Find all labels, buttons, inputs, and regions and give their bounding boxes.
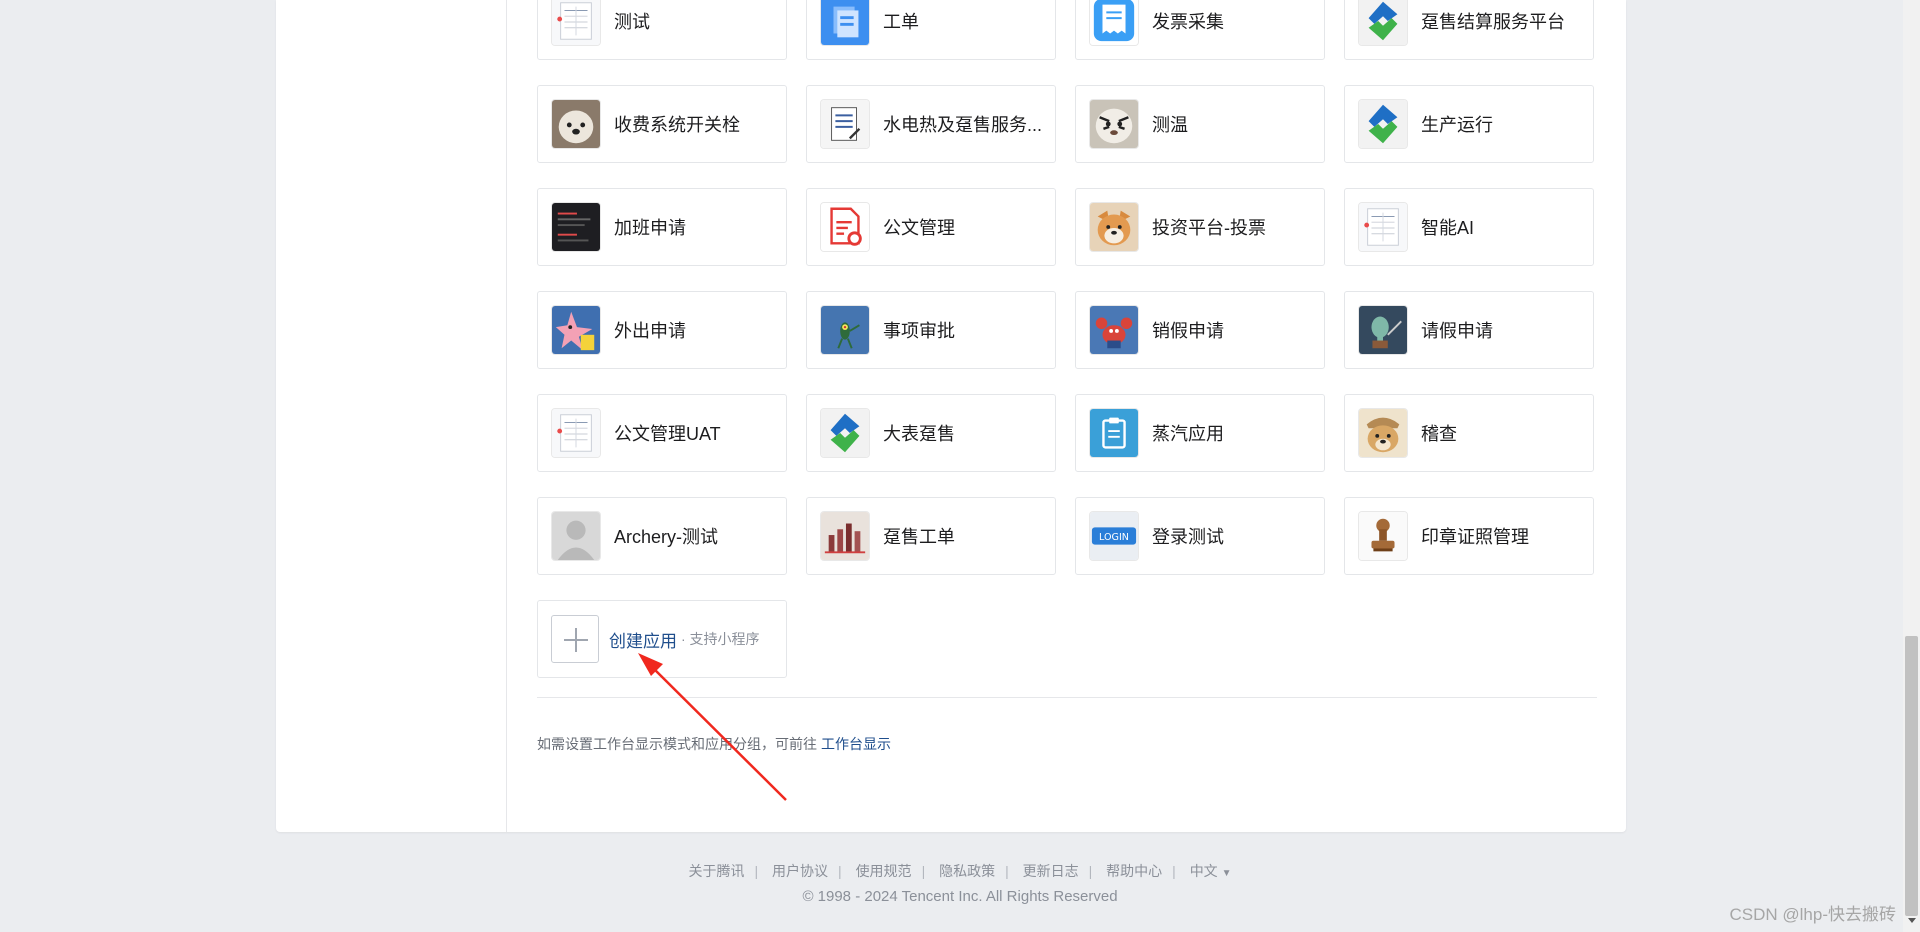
create-app-label: 创建应用 (609, 631, 677, 651)
app-tile-label: 投资平台-投票 (1152, 218, 1266, 238)
app-tile[interactable]: 销假申请 (1075, 291, 1325, 369)
app-tile[interactable]: 加班申请 (537, 188, 787, 266)
app-tile-label: 稽查 (1421, 424, 1457, 444)
avatar-placeholder-icon (551, 511, 601, 561)
stamp-icon (1358, 511, 1408, 561)
app-tile[interactable]: 印章证照管理 (1344, 497, 1594, 575)
green-logo-icon (820, 408, 870, 458)
app-tile[interactable]: 趸售工单 (806, 497, 1056, 575)
create-app-button[interactable]: 创建应用 · 支持小程序 (537, 600, 787, 678)
language-label: 中文 (1189, 863, 1218, 879)
form-doc-icon (1358, 202, 1408, 252)
squidward-icon (1358, 305, 1408, 355)
app-tile[interactable]: 智能AI (1344, 188, 1594, 266)
app-tile[interactable]: 测温 (1075, 85, 1325, 163)
create-app-subtitle: · 支持小程序 (681, 631, 760, 647)
blue-doc-icon (820, 0, 870, 46)
app-tile[interactable]: 公文管理 (806, 188, 1056, 266)
app-tile-label: 水电热及趸售服务... (883, 115, 1043, 135)
app-tile[interactable]: 请假申请 (1344, 291, 1594, 369)
red-doc-gear-icon (820, 202, 870, 252)
login-icon: LOGIN (1089, 511, 1139, 561)
plankton-icon (820, 305, 870, 355)
app-tile-label: Archery-测试 (614, 527, 719, 547)
app-tile-label: 请假申请 (1421, 321, 1493, 341)
caret-down-icon: ▼ (1221, 868, 1232, 879)
receipt-icon (1089, 0, 1139, 46)
copyright: © 1998 - 2024 Tencent Inc. All Rights Re… (802, 888, 1118, 905)
dog-photo-icon (551, 99, 601, 149)
app-tile-label: 智能AI (1421, 218, 1475, 238)
app-tile[interactable]: LOGIN 登录测试 (1075, 497, 1325, 575)
app-tile[interactable]: 测试 (537, 0, 787, 60)
app-tile-label: 事项审批 (883, 321, 955, 341)
form-doc-icon (551, 408, 601, 458)
app-tile-label: 公文管理 (883, 218, 955, 238)
sidebar (276, 0, 507, 832)
app-tile-label: 工单 (883, 12, 919, 32)
app-tile[interactable]: 外出申请 (537, 291, 787, 369)
app-tile[interactable]: 生产运行 (1344, 85, 1594, 163)
app-tile-label: 大表趸售 (883, 424, 955, 444)
app-tile-label: 生产运行 (1421, 115, 1493, 135)
footer-link-rules[interactable]: 使用规范 (856, 863, 912, 879)
app-tile-label: 加班申请 (614, 218, 686, 238)
app-tile-label: 测温 (1152, 115, 1188, 135)
green-logo-icon (1358, 99, 1408, 149)
clipboard-icon (1089, 408, 1139, 458)
footer-link-agreement[interactable]: 用户协议 (772, 863, 828, 879)
footer-link-about[interactable]: 关于腾讯 (689, 863, 745, 879)
app-tile[interactable]: 稽查 (1344, 394, 1594, 472)
svg-text:LOGIN: LOGIN (1099, 532, 1129, 543)
language-select[interactable]: 中文 ▼ (1190, 863, 1232, 879)
app-tile[interactable]: 水电热及趸售服务... (806, 85, 1056, 163)
app-tile[interactable]: 蒸汽应用 (1075, 394, 1325, 472)
workbench-tip: 如需设置工作台显示模式和应用分组，可前往 工作台显示 (537, 734, 891, 754)
dark-screenshot-icon (551, 202, 601, 252)
app-tile-label: 收费系统开关栓 (614, 115, 740, 135)
green-logo-icon (1358, 0, 1408, 46)
watermark: CSDN @lhp-快去搬砖 (1729, 905, 1897, 924)
workbench-display-link[interactable]: 工作台显示 (821, 736, 891, 752)
app-tile-label: 蒸汽应用 (1152, 424, 1224, 444)
app-tile-label: 销假申请 (1152, 321, 1224, 341)
dog-hat-photo-icon (1358, 408, 1408, 458)
app-tile-label: 外出申请 (614, 321, 686, 341)
app-tile-label: 趸售结算服务平台 (1421, 12, 1565, 32)
workbench-card: 测试 工单 发票采集 趸售结算服务平台收费系统开关栓 水电热及趸售服务... 测温 生产运行… (276, 0, 1626, 832)
divider (537, 697, 1597, 698)
footer-link-changelog[interactable]: 更新日志 (1023, 863, 1079, 879)
app-tile-label: 公文管理UAT (614, 424, 721, 444)
footer-link-privacy[interactable]: 隐私政策 (939, 863, 995, 879)
chart-photo-icon (820, 511, 870, 561)
app-tile[interactable]: 发票采集 (1075, 0, 1325, 60)
tiger-photo-icon (1089, 99, 1139, 149)
app-tile[interactable]: 公文管理UAT (537, 394, 787, 472)
footer-links: 关于腾讯 | 用户协议 | 使用规范 | 隐私政策 | 更新日志 | 帮助中心 | 中文 ▼ (688, 863, 1232, 879)
form-doc-icon (551, 0, 601, 46)
app-tile[interactable]: 投资平台-投票 (1075, 188, 1325, 266)
scrollbar-thumb[interactable] (1905, 636, 1918, 916)
app-tile[interactable]: 事项审批 (806, 291, 1056, 369)
app-tile-label: 登录测试 (1152, 527, 1224, 547)
app-tile-label: 测试 (614, 12, 650, 32)
app-tile[interactable]: 收费系统开关栓 (537, 85, 787, 163)
patrick-icon (551, 305, 601, 355)
scroll-down-arrow-icon[interactable] (1908, 918, 1916, 923)
app-tile-label: 发票采集 (1152, 12, 1224, 32)
app-tile[interactable]: 大表趸售 (806, 394, 1056, 472)
app-tile-label: 印章证照管理 (1421, 527, 1529, 547)
app-tile-label: 趸售工单 (883, 527, 955, 547)
app-tile[interactable]: Archery-测试 (537, 497, 787, 575)
app-grid: 测试 工单 发票采集 趸售结算服务平台收费系统开关栓 水电热及趸售服务... 测温 生产运行… (537, 0, 1597, 678)
tip-text: 如需设置工作台显示模式和应用分组，可前往 (537, 736, 817, 752)
shiba-photo-icon (1089, 202, 1139, 252)
crab-icon (1089, 305, 1139, 355)
paper-doc-icon (820, 99, 870, 149)
footer-link-help[interactable]: 帮助中心 (1106, 863, 1162, 879)
app-tile[interactable]: 趸售结算服务平台 (1344, 0, 1594, 60)
plus-icon (551, 615, 599, 663)
scrollbar[interactable] (1903, 0, 1920, 932)
app-tile[interactable]: 工单 (806, 0, 1056, 60)
